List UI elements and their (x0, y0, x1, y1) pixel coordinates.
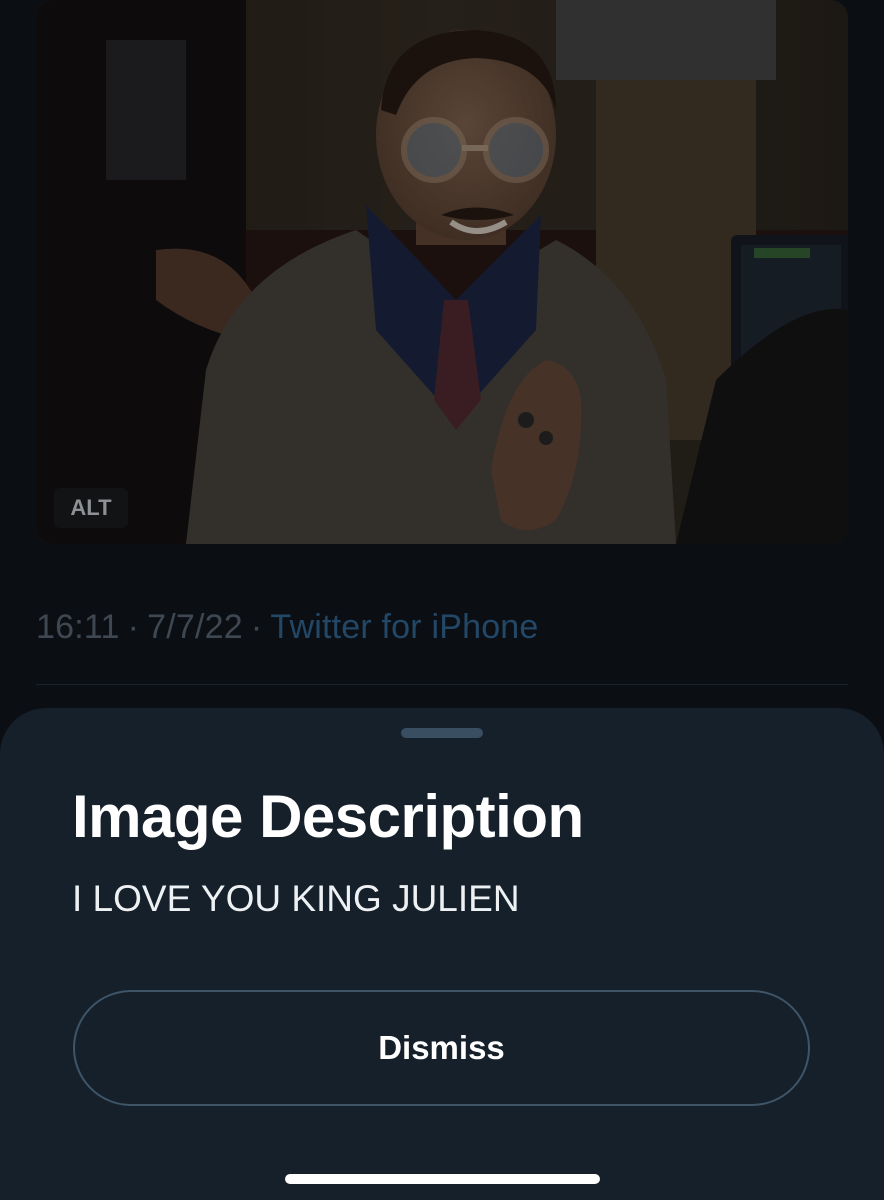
home-indicator[interactable] (285, 1174, 600, 1184)
dismiss-button[interactable]: Dismiss (73, 990, 810, 1106)
alt-badge[interactable]: ALT (54, 488, 128, 528)
tweet-photo[interactable] (36, 0, 848, 544)
image-description-text: I LOVE YOU KING JULIEN (72, 878, 520, 919)
tweet-meta: 16:11 · 7/7/22 · Twitter for iPhone (36, 608, 539, 647)
sheet-grabber-handle[interactable] (401, 728, 483, 738)
tweet-time: 16:11 (36, 608, 120, 646)
divider (36, 684, 848, 685)
sheet-title: Image Description (72, 783, 584, 850)
image-description-sheet: Image Description I LOVE YOU KING JULIEN… (0, 708, 884, 1200)
tweet-source-link[interactable]: Twitter for iPhone (270, 608, 538, 646)
photo-image (36, 0, 848, 544)
meta-separator: · (127, 608, 140, 646)
tweet-detail: ALT 16:11 · 7/7/22 · Twitter for iPhone (0, 0, 884, 720)
tweet-date: 7/7/22 (147, 608, 243, 646)
meta-separator: · (250, 608, 263, 646)
